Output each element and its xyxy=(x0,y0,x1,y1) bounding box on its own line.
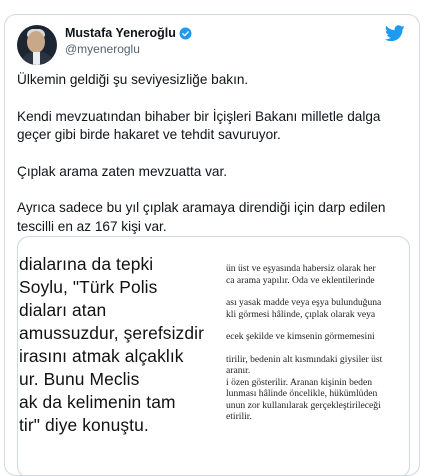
twitter-bird-icon[interactable] xyxy=(385,25,405,42)
media-right-line: i özen gösterilir. Aranan kişinin beden xyxy=(226,376,373,388)
media-right-line: etirilir. xyxy=(226,411,252,422)
media-right-line: aranır. xyxy=(226,365,251,376)
media-right-line: ecek şekilde ve kimsenin görmemesini xyxy=(226,331,375,342)
tweet-media-image[interactable]: dialarına da tepki Soylu, "Türk Polis di… xyxy=(17,236,410,475)
media-right-line: ca arama yapılır. Oda ve eklentilerinde xyxy=(226,274,375,286)
media-right-line: tirilir, bedenin alt kısmındaki giysiler… xyxy=(226,353,383,365)
handle[interactable]: @myeneroglu xyxy=(65,42,192,56)
media-left-line: diaları atan xyxy=(19,300,107,320)
media-right-line: ün üst ve eşyasında habersiz olarak her xyxy=(226,263,376,274)
media-left-line: Soylu, "Türk Polis xyxy=(19,277,158,297)
verified-badge-icon xyxy=(179,27,192,39)
media-right-line: ası yasak madde veya eşya bulunduğuna xyxy=(226,297,382,308)
media-left-line: dialarına da tepki xyxy=(19,254,154,274)
media-right-spacer xyxy=(226,286,409,297)
tweet-header: Mustafa Yeneroğlu @myeneroglu xyxy=(17,25,407,65)
media-right-spacer xyxy=(226,320,409,331)
tweet-paragraph-3: Çıplak arama zaten mevzuatta var. xyxy=(17,163,228,179)
tweet-text: Ülkemin geldiği şu seviyesizliğe bakın. … xyxy=(17,71,409,236)
avatar[interactable] xyxy=(17,25,57,65)
tweet-card: Mustafa Yeneroğlu @myeneroglu Ülkemin ge… xyxy=(4,14,420,476)
tweet-paragraph-2: Kendi mevzuatından bihaber bir İçişleri … xyxy=(17,108,381,143)
media-right-line: unun zor kullanılarak gerçekleştirileceğ… xyxy=(226,399,381,411)
tweet-paragraph-4: Ayrıca sadece bu yıl çıplak aramaya dire… xyxy=(17,200,386,234)
media-left-line: ak da kelimenin tam xyxy=(19,392,176,412)
author-info: Mustafa Yeneroğlu @myeneroglu xyxy=(65,26,192,56)
media-right-line: lunması hâlinde öncelikle, hükümlüden xyxy=(226,388,378,399)
tweet-paragraph-1: Ülkemin geldiği şu seviyesizliğe bakın. xyxy=(17,72,249,87)
media-left-line: amussuzdur, şerefsizdir xyxy=(19,323,204,343)
display-name[interactable]: Mustafa Yeneroğlu xyxy=(65,26,176,40)
display-name-row: Mustafa Yeneroğlu xyxy=(65,26,192,40)
media-right-line: kli görmesi hâlinde, çıplak olarak veya xyxy=(226,308,376,320)
media-right-spacer xyxy=(226,343,409,354)
media-regulation-text: ün üst ve eşyasında habersiz olarak her … xyxy=(218,237,409,475)
media-left-line: ur. Bunu Meclis xyxy=(19,369,140,389)
media-left-line: tir" diye konuştu. xyxy=(19,415,149,435)
media-left-line: irasını atmak alçaklık xyxy=(19,346,184,366)
media-news-text: dialarına da tepki Soylu, "Türk Polis di… xyxy=(18,237,218,475)
